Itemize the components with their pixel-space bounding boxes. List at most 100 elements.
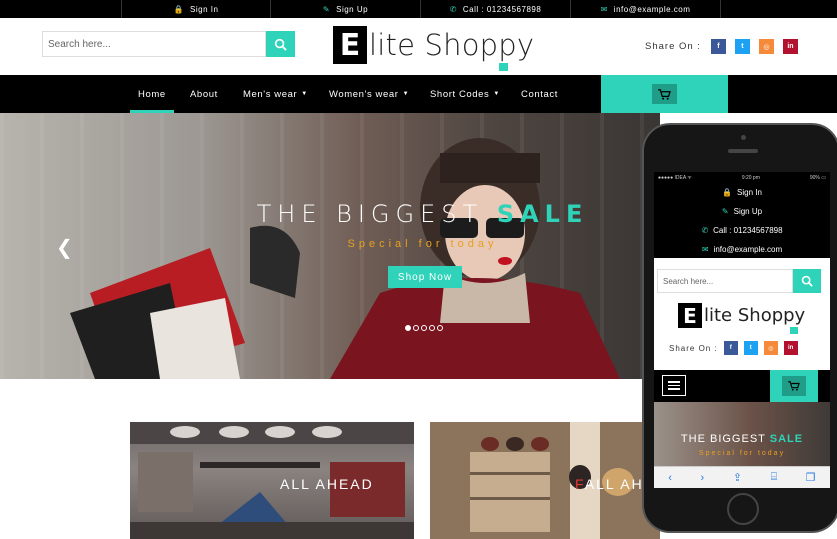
slider-prev-arrow-icon[interactable]: ❮ bbox=[56, 235, 73, 260]
hamburger-menu-icon[interactable] bbox=[662, 375, 686, 396]
mobile-site-logo[interactable]: E lite Shoppy bbox=[678, 303, 805, 328]
facebook-icon[interactable]: f bbox=[710, 39, 726, 54]
search-input[interactable] bbox=[42, 31, 266, 57]
slider-dot[interactable] bbox=[437, 325, 443, 331]
sign-in-label: Sign In bbox=[190, 4, 219, 14]
browser-toolbar: ‹ › ⇪ ⌸ ❐ bbox=[654, 466, 830, 488]
mobile-logo-letter: E bbox=[678, 303, 702, 328]
site-logo[interactable]: E lite Shoppy bbox=[333, 26, 534, 64]
search-form bbox=[42, 31, 295, 57]
slider-dot[interactable] bbox=[405, 325, 411, 331]
nav-home[interactable]: Home bbox=[130, 75, 174, 113]
caret-down-icon: ▼ bbox=[301, 91, 308, 97]
nav-home-label: Home bbox=[138, 88, 166, 100]
nav-short-codes[interactable]: Short Codes ▼ bbox=[430, 75, 500, 113]
hero-title-highlight: SALE bbox=[496, 200, 589, 228]
facebook-icon[interactable]: f bbox=[723, 341, 738, 355]
slider-dot[interactable] bbox=[421, 325, 427, 331]
nav-mens-wear[interactable]: Men's wear ▼ bbox=[243, 75, 308, 113]
sign-in-link[interactable]: 🔒 Sign In bbox=[121, 0, 271, 18]
nav-short-codes-label: Short Codes bbox=[430, 88, 490, 100]
category-banner-1[interactable]: ALL AHEAD bbox=[130, 422, 414, 539]
search-icon bbox=[274, 38, 287, 51]
category-banner-2[interactable]: FALL AH bbox=[430, 422, 660, 539]
sign-up-label: Sign Up bbox=[336, 4, 369, 14]
mobile-phone-contact: ✆ Call : 01234567898 bbox=[654, 221, 830, 240]
forward-icon[interactable]: › bbox=[701, 472, 705, 484]
mobile-sign-up-label: Sign Up bbox=[733, 207, 763, 216]
share-on: Share On : f t ◎ in bbox=[645, 39, 798, 54]
mobile-email-label: info@example.com bbox=[713, 245, 783, 254]
mobile-sign-in-label: Sign In bbox=[737, 188, 762, 197]
shopping-bag-icon bbox=[499, 63, 508, 71]
hero-title: THE BIGGEST SALE bbox=[0, 200, 660, 228]
email-link[interactable]: ✉ info@example.com bbox=[571, 0, 721, 18]
shop-now-button[interactable]: Shop Now bbox=[388, 266, 462, 288]
lock-icon: 🔒 bbox=[173, 4, 185, 14]
cart-icon-box bbox=[782, 376, 806, 396]
slider-dot[interactable] bbox=[413, 325, 419, 331]
bookmarks-icon[interactable]: ⌸ bbox=[771, 471, 778, 484]
mobile-sign-in-link[interactable]: 🔒 Sign In bbox=[654, 183, 830, 202]
home-button[interactable] bbox=[727, 493, 759, 525]
edit-icon: ✎ bbox=[322, 4, 331, 14]
instagram-icon[interactable]: ◎ bbox=[758, 39, 774, 54]
cart-button[interactable] bbox=[601, 75, 728, 113]
mobile-cart-button[interactable] bbox=[770, 370, 818, 402]
nav-contact[interactable]: Contact bbox=[521, 75, 558, 113]
mobile-hero-title: THE BIGGEST SALE bbox=[654, 433, 830, 445]
nav-contact-label: Contact bbox=[521, 88, 558, 100]
edit-icon: ✎ bbox=[721, 207, 729, 216]
speaker bbox=[728, 149, 758, 153]
nav-about-label: About bbox=[190, 88, 218, 100]
phone-icon: ✆ bbox=[701, 226, 709, 235]
linkedin-icon[interactable]: in bbox=[782, 39, 798, 54]
mobile-share-label: Share On : bbox=[669, 343, 718, 353]
envelope-icon: ✉ bbox=[701, 245, 709, 254]
time-label: 9:20 pm bbox=[741, 174, 760, 181]
cart-icon bbox=[658, 88, 671, 100]
page: 🔒 Sign In ✎ Sign Up ✆ Call : 01234567898… bbox=[0, 0, 837, 539]
main-nav: Home About Men's wear ▼ Women's wear ▼ Sho… bbox=[0, 75, 837, 113]
category-label: FALL AH bbox=[575, 476, 644, 492]
nav-about[interactable]: About bbox=[190, 75, 218, 113]
carrier-label: ●●●●● IDEA ᯤ bbox=[658, 174, 692, 181]
mobile-hero-title-text: THE BIGGEST bbox=[680, 433, 770, 445]
caret-down-icon: ▼ bbox=[402, 91, 410, 97]
caret-down-icon: ▼ bbox=[493, 91, 500, 97]
instagram-icon[interactable]: ◎ bbox=[763, 341, 778, 355]
envelope-icon: ✉ bbox=[600, 4, 608, 14]
mobile-search-button[interactable] bbox=[793, 269, 821, 293]
phone-contact: ✆ Call : 01234567898 bbox=[421, 0, 571, 18]
back-icon[interactable]: ‹ bbox=[668, 472, 672, 484]
tabs-icon[interactable]: ❐ bbox=[806, 471, 816, 484]
nav-mens-wear-label: Men's wear bbox=[243, 88, 298, 100]
mobile-search-input[interactable] bbox=[657, 269, 793, 293]
cart-icon-box bbox=[652, 84, 677, 104]
category-label: ALL AHEAD bbox=[280, 476, 374, 492]
slider-dots bbox=[405, 325, 443, 331]
mobile-sign-up-link[interactable]: ✎ Sign Up bbox=[654, 202, 830, 221]
nav-womens-wear[interactable]: Women's wear ▼ bbox=[329, 75, 409, 113]
linkedin-icon[interactable]: in bbox=[783, 341, 798, 355]
logo-letter: E bbox=[333, 26, 367, 64]
twitter-icon[interactable]: t bbox=[734, 39, 750, 54]
phone-icon: ✆ bbox=[449, 4, 457, 14]
phone-label: Call : 01234567898 bbox=[462, 4, 542, 14]
status-bar: ●●●●● IDEA ᯤ 9:20 pm 90% ▭ bbox=[654, 172, 830, 183]
share-label: Share On : bbox=[645, 41, 701, 52]
twitter-icon[interactable]: t bbox=[743, 341, 758, 355]
mobile-hero: THE BIGGEST SALE Special for today bbox=[654, 402, 830, 466]
sign-up-link[interactable]: ✎ Sign Up bbox=[271, 0, 421, 18]
mobile-phone-label: Call : 01234567898 bbox=[713, 226, 783, 235]
mobile-email-link[interactable]: ✉ info@example.com bbox=[654, 240, 830, 259]
shopping-bag-icon bbox=[790, 327, 798, 334]
search-button[interactable] bbox=[266, 31, 295, 57]
camera-icon bbox=[741, 135, 746, 140]
mobile-top-bar: 🔒 Sign In ✎ Sign Up ✆ Call : 01234567898 ✉ i… bbox=[654, 183, 830, 258]
email-label: info@example.com bbox=[613, 4, 691, 14]
share-icon[interactable]: ⇪ bbox=[733, 471, 742, 484]
slider-dot[interactable] bbox=[429, 325, 435, 331]
battery-label: 90% ▭ bbox=[809, 174, 826, 181]
search-icon bbox=[801, 275, 813, 287]
